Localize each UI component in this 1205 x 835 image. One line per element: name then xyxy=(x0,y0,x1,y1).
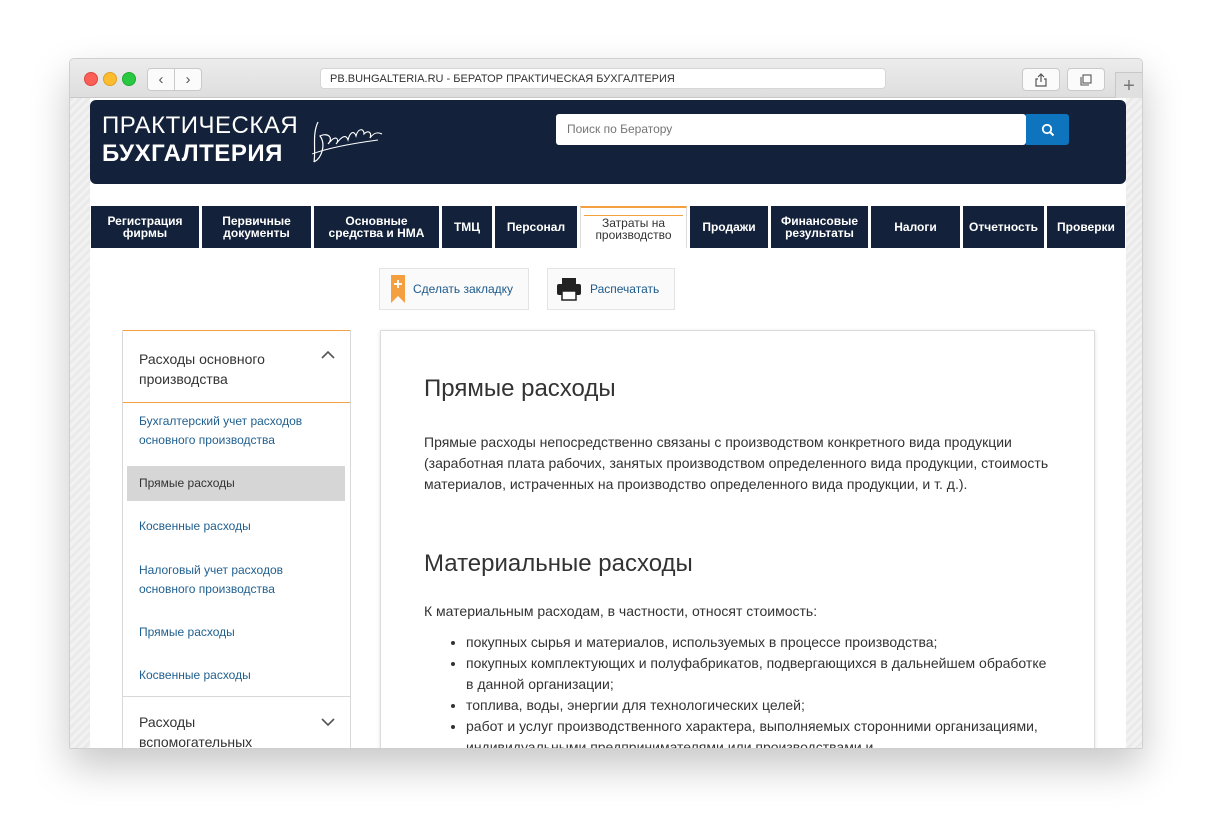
tab-registration[interactable]: Регистрация фирмы xyxy=(91,206,199,248)
close-window-button[interactable] xyxy=(84,72,98,86)
history-navigation: ‹ › xyxy=(147,68,202,91)
zoom-window-button[interactable] xyxy=(122,72,136,86)
address-bar[interactable]: PB.BUHGALTERIA.RU - БЕРАТОР ПРАКТИЧЕСКАЯ… xyxy=(320,68,886,89)
article-subtitle: Материальные расходы xyxy=(424,550,693,577)
tab-fixed-assets[interactable]: Основные средства и НМА xyxy=(314,206,439,248)
logo-line2[interactable]: БУХГАЛТЕРИЯ xyxy=(102,140,283,168)
tab-audits[interactable]: Проверки xyxy=(1047,206,1125,248)
browser-window: ‹ › PB.BUHGALTERIA.RU - БЕРАТОР ПРАКТИЧЕ… xyxy=(69,58,1143,749)
list-item: топлива, воды, энергии для технологическ… xyxy=(466,695,1054,716)
sidebar: Расходы основного производства Бухгалтер… xyxy=(122,330,351,748)
tab-primary-documents[interactable]: Первичные документы xyxy=(202,206,311,248)
site-header: ПРАКТИЧЕСКАЯ БУХГАЛТЕРИЯ xyxy=(90,100,1126,184)
main-tabs: Регистрация фирмы Первичные документы Ос… xyxy=(90,206,1126,248)
sidebar-item-tax-accounting[interactable]: Налоговый учет расходов основного произв… xyxy=(139,561,329,599)
back-icon[interactable]: ‹ xyxy=(148,69,175,90)
search-input[interactable] xyxy=(556,114,1026,145)
article: Прямые расходы Прямые расходы непосредст… xyxy=(380,330,1095,748)
tab-taxes[interactable]: Налоги xyxy=(871,206,960,248)
tab-personnel[interactable]: Персонал xyxy=(495,206,577,248)
tabs-icon xyxy=(1080,73,1092,86)
print-label: Распечатать xyxy=(590,282,660,296)
sidebar-item-indirect-costs[interactable]: Косвенные расходы xyxy=(139,517,329,536)
tab-sales[interactable]: Продажи xyxy=(690,206,768,248)
article-title: Прямые расходы xyxy=(424,375,616,402)
article-paragraph: Прямые расходы непосредственно связаны с… xyxy=(424,434,1049,492)
article-bullet-list: покупных сырья и материалов, используемы… xyxy=(424,632,1054,748)
share-button[interactable] xyxy=(1022,68,1060,91)
sidebar-item-direct-costs-active[interactable]: Прямые расходы xyxy=(139,476,235,490)
sidebar-item-accounting-main-costs[interactable]: Бухгалтерский учет расходов основного пр… xyxy=(139,412,329,450)
share-icon xyxy=(1035,72,1047,87)
printer-icon xyxy=(557,278,581,301)
tab-reporting[interactable]: Отчетность xyxy=(963,206,1044,248)
article-paragraph: К материальным расходам, в частности, от… xyxy=(424,603,818,619)
bookmark-button[interactable]: Сделать закладку xyxy=(379,268,529,310)
tab-inventory[interactable]: ТМЦ xyxy=(442,206,492,248)
tab-financial-results[interactable]: Финансовые результаты xyxy=(771,206,868,248)
minimize-window-button[interactable] xyxy=(103,72,117,86)
print-button[interactable]: Распечатать xyxy=(547,268,675,310)
logo-line1[interactable]: ПРАКТИЧЕСКАЯ xyxy=(102,112,298,140)
chevron-up-icon[interactable] xyxy=(321,350,335,360)
sidebar-section-expanded[interactable]: Расходы основного производства xyxy=(123,330,350,403)
tab-production-costs[interactable]: Затраты на производство xyxy=(580,206,687,248)
bookmark-icon xyxy=(391,275,405,303)
search-icon xyxy=(1041,123,1054,136)
bookmark-label: Сделать закладку xyxy=(413,282,514,296)
new-tab-button[interactable]: + xyxy=(1115,72,1142,99)
tabs-overview-button[interactable] xyxy=(1067,68,1105,91)
list-item: покупных комплектующих и полуфабрикатов,… xyxy=(466,653,1054,695)
page-body: ПРАКТИЧЕСКАЯ БУХГАЛТЕРИЯ Регистрация фир… xyxy=(90,98,1126,748)
chevron-down-icon[interactable] xyxy=(321,717,335,727)
browser-titlebar: ‹ › PB.BUHGALTERIA.RU - БЕРАТОР ПРАКТИЧЕ… xyxy=(70,59,1142,99)
sidebar-section-collapsed[interactable]: Расходы вспомогательных xyxy=(123,696,350,748)
search-button[interactable] xyxy=(1026,114,1069,145)
page-viewport[interactable]: ПРАКТИЧЕСКАЯ БУХГАЛТЕРИЯ Регистрация фир… xyxy=(70,98,1142,748)
sidebar-item-tax-direct-costs[interactable]: Прямые расходы xyxy=(139,623,329,642)
sidebar-section-title: Расходы основного производства xyxy=(139,351,265,387)
list-item: работ и услуг производственного характер… xyxy=(466,716,1054,748)
forward-icon[interactable]: › xyxy=(175,69,201,90)
berator-signature-logo xyxy=(311,121,383,163)
list-item: покупных сырья и материалов, используемы… xyxy=(466,632,1054,653)
sidebar-item-tax-indirect-costs[interactable]: Косвенные расходы xyxy=(139,666,329,685)
sidebar-section2-title: Расходы вспомогательных xyxy=(139,714,253,748)
plus-icon: + xyxy=(1123,74,1135,97)
